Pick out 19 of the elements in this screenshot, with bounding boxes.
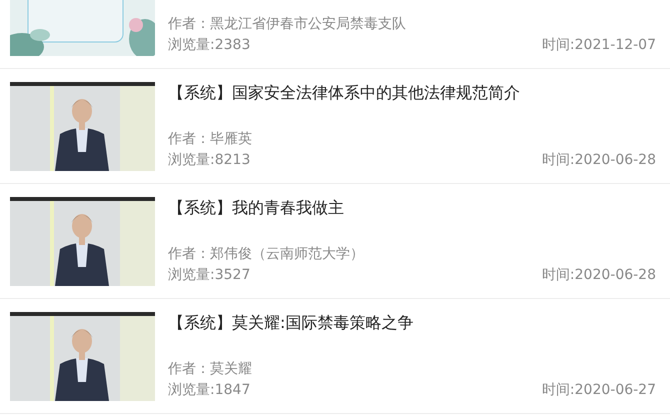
publish-time: 时间:2020-06-27 (542, 381, 656, 400)
publish-time: 时间:2021-12-07 (542, 36, 656, 55)
view-count: 浏览量:3527 (168, 266, 250, 285)
author-label: 作者：郑伟俊（云南师范大学） (168, 245, 365, 264)
author-label: 作者：黑龙江省伊春市公安局禁毒支队 (168, 15, 407, 34)
video-item[interactable]: 【系统】莫关耀:国际禁毒策略之争 作者：莫关耀 浏览量:1847 时间:2020-06-27 (0, 299, 670, 414)
publish-time: 时间:2020-06-28 (542, 266, 656, 285)
video-title: 【系统】国家安全法律体系中的其他法律规范简介 (168, 82, 521, 104)
view-count: 浏览量:2383 (168, 36, 250, 55)
video-title: 【系统】我的青春我做主 (168, 197, 345, 219)
author-label: 作者：莫关耀 (168, 360, 253, 379)
view-count: 浏览量:8213 (168, 151, 250, 170)
publish-time: 时间:2020-06-28 (542, 151, 656, 170)
video-item[interactable]: 【系统】我的青春我做主 作者：郑伟俊（云南师范大学） 浏览量:3527 时间:2020-06-28 (0, 184, 670, 299)
video-item[interactable]: 作者：黑龙江省伊春市公安局禁毒支队 浏览量:2383 时间:2021-12-07 (0, 0, 670, 69)
author-label: 作者：毕雁英 (168, 130, 253, 149)
video-item[interactable]: 【系统】国家安全法律体系中的其他法律规范简介 作者：毕雁英 浏览量:8213 时间:2020-06-28 (0, 69, 670, 184)
video-title: 【系统】莫关耀:国际禁毒策略之争 (168, 312, 414, 334)
view-count: 浏览量:1847 (168, 381, 250, 400)
